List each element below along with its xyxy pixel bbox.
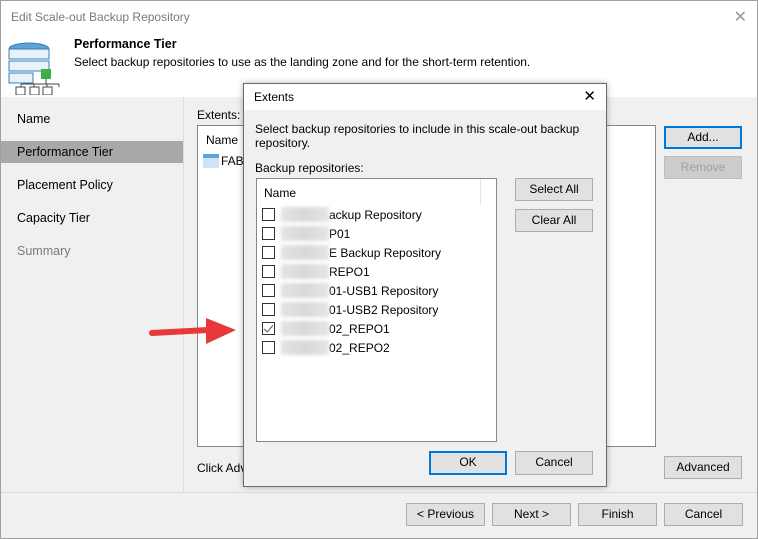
list-item[interactable]: 01-USB2 Repository [262,300,438,319]
select-all-button[interactable]: Select All [515,178,593,201]
repository-name: ackup Repository [329,207,422,222]
page-title: Performance Tier [74,37,177,51]
list-item[interactable]: P01 [262,224,350,243]
repository-name: REPO1 [329,264,370,279]
step-performance-tier[interactable]: Performance Tier [1,141,183,163]
redacted-text [281,302,329,317]
list-item[interactable]: E Backup Repository [262,243,441,262]
repository-name: 02_REPO2 [329,340,390,355]
step-name[interactable]: Name [1,108,183,130]
dialog-description: Select backup repositories to include in… [255,122,580,150]
redacted-text [281,321,329,336]
redacted-text [281,283,329,298]
wizard-footer: < Previous Next > Finish Cancel [1,492,757,538]
add-button[interactable]: Add... [664,126,742,149]
repository-name: 01-USB1 Repository [329,283,439,298]
title-bar: Edit Scale-out Backup Repository ✕ [1,1,757,33]
redacted-text [281,207,329,222]
column-header-name: Name [264,186,297,200]
redacted-text [281,340,329,355]
advanced-button[interactable]: Advanced [664,456,742,479]
list-item[interactable]: 02_REPO1 [262,319,390,338]
close-icon[interactable]: ✕ [583,87,596,105]
finish-button[interactable]: Finish [578,503,657,526]
list-item[interactable]: REPO1 [262,262,370,281]
dialog-title: Extents [254,90,295,104]
checkbox[interactable] [262,284,275,297]
dialog-title-bar: Extents ✕ [244,84,606,110]
repository-icon [8,42,60,95]
next-button[interactable]: Next > [492,503,571,526]
checkbox[interactable] [262,227,275,240]
checkbox[interactable] [262,265,275,278]
advanced-hint: Click Adv [197,461,247,475]
checkbox-checked[interactable] [262,322,275,335]
repository-icon [203,154,219,168]
remove-button: Remove [664,156,742,179]
step-placement-policy[interactable]: Placement Policy [1,174,183,196]
extents-dialog: Extents ✕ Select backup repositories to … [243,83,607,487]
redacted-text [281,264,329,279]
wizard-steps: Name Performance Tier Placement Policy C… [1,97,184,492]
repositories-list[interactable]: Name ackup Repository P01 E Backup Repos… [256,178,497,442]
repository-name: 02_REPO1 [329,321,390,336]
step-capacity-tier[interactable]: Capacity Tier [1,207,183,229]
checkbox[interactable] [262,208,275,221]
redacted-text [281,245,329,260]
checkbox[interactable] [262,246,275,259]
previous-button[interactable]: < Previous [406,503,485,526]
list-item[interactable]: 01-USB1 Repository [262,281,438,300]
column-header-name: Name [206,133,239,147]
list-item[interactable]: ackup Repository [262,205,422,224]
ok-button[interactable]: OK [429,451,507,475]
repository-name: 01-USB2 Repository [329,302,439,317]
checkbox[interactable] [262,303,275,316]
extents-label: Extents: [197,108,241,122]
dialog-cancel-button[interactable]: Cancel [515,451,593,475]
step-summary: Summary [17,244,71,258]
window-title: Edit Scale-out Backup Repository [11,10,190,24]
clear-all-button[interactable]: Clear All [515,209,593,232]
red-arrow-annotation [149,318,236,344]
repository-name: E Backup Repository [329,245,442,260]
cancel-button[interactable]: Cancel [664,503,743,526]
close-icon[interactable]: ✕ [734,7,747,27]
page-subtitle: Select backup repositories to use as the… [74,55,531,69]
repository-name: P01 [329,226,351,241]
redacted-text [281,226,329,241]
checkbox[interactable] [262,341,275,354]
backup-repositories-label: Backup repositories: [255,161,364,175]
list-item[interactable]: 02_REPO2 [262,338,390,357]
